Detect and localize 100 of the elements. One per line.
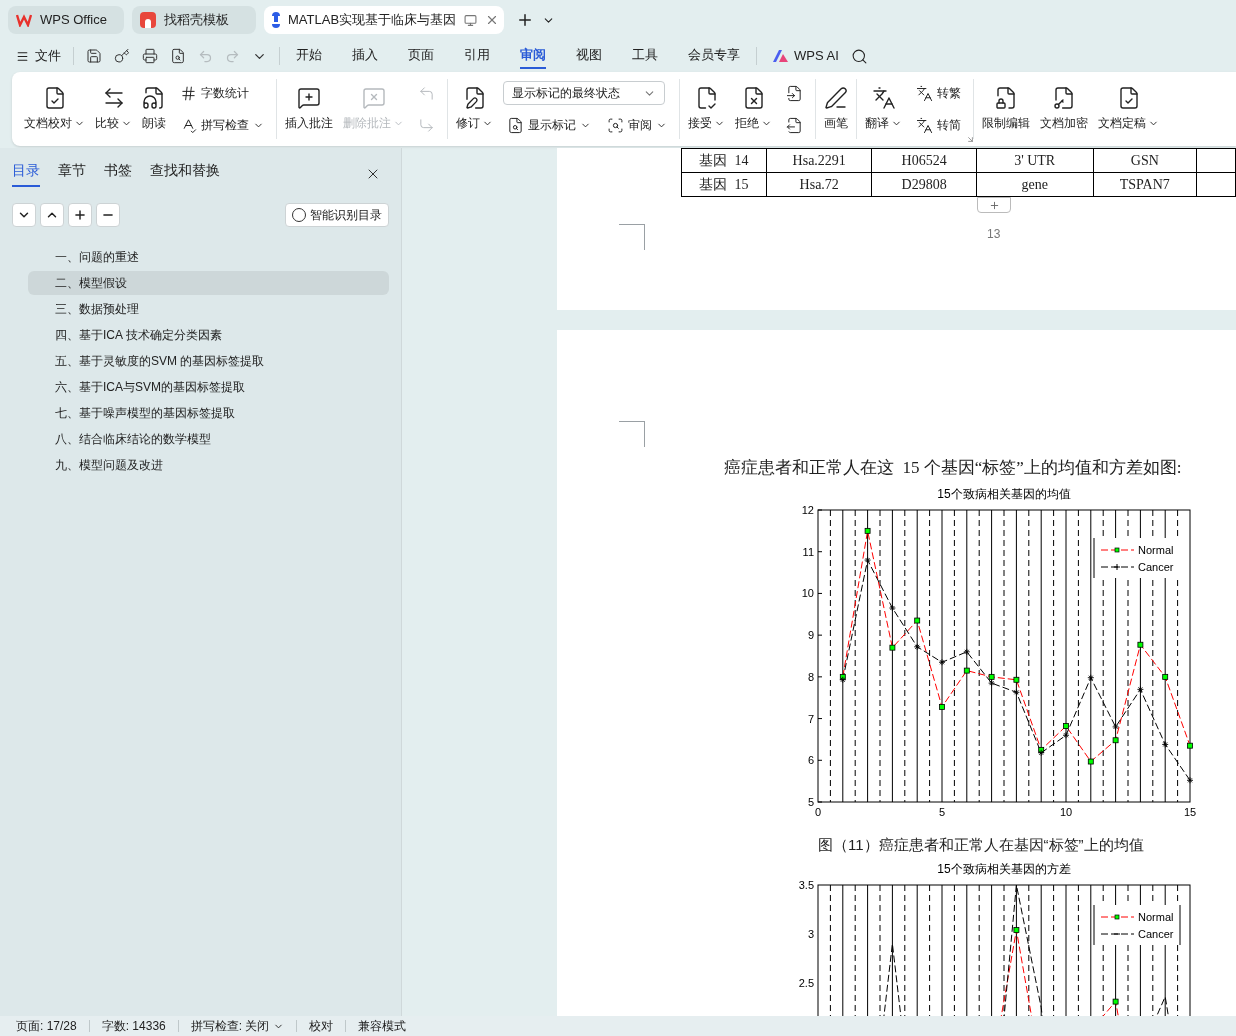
smart-toc-button[interactable]: 智能识别目录	[285, 203, 389, 227]
status-item[interactable]: 校对	[309, 1017, 334, 1035]
ribbon-button[interactable]: 文档加密	[1036, 82, 1092, 136]
ribbon-button[interactable]: 翻译	[861, 82, 906, 136]
ribbon-tab[interactable]: 工具	[632, 43, 658, 69]
ribbon-small-button[interactable]: 转简	[912, 113, 965, 137]
pane-tab[interactable]: 章节	[58, 160, 86, 187]
ribbon-tab[interactable]: 开始	[296, 43, 322, 69]
monitor-icon	[464, 13, 478, 27]
pane-tab[interactable]: 查找和替换	[150, 160, 220, 187]
x-tick-label: 5	[938, 805, 946, 818]
ribbon-tab[interactable]: 引用	[464, 43, 490, 69]
outline-tool-button[interactable]	[68, 203, 92, 227]
status-item[interactable]: 页面: 17/28	[16, 1017, 77, 1035]
window-tab[interactable]: 找稻壳模板	[132, 6, 256, 34]
comment-delete-icon	[361, 86, 386, 110]
add-row-button[interactable]	[977, 197, 1011, 213]
legend-line-sample	[1100, 914, 1135, 920]
legend-label: Cancer	[1138, 560, 1174, 573]
ribbon-tab[interactable]: 视图	[576, 43, 602, 69]
menu-icon	[16, 49, 29, 63]
ribbon-button[interactable]: 朗读	[138, 82, 170, 136]
ribbon-small-button[interactable]: 显示标记	[503, 113, 595, 137]
ribbon-tab[interactable]: 页面	[408, 43, 434, 69]
next-change-icon	[786, 116, 803, 134]
ribbon-tab[interactable]: 插入	[352, 43, 378, 69]
ribbon-button[interactable]: 画笔	[820, 82, 852, 136]
ribbon-small-button[interactable]: 拼写检查	[176, 113, 268, 137]
save-icon[interactable]	[86, 48, 102, 64]
outline-tool-button[interactable]	[40, 203, 64, 227]
ai-logo-icon	[773, 50, 788, 62]
legend-label: Cancer	[1138, 928, 1174, 940]
x-tick-label: 0	[814, 805, 822, 818]
ribbon-button[interactable]: 拒绝	[731, 82, 776, 136]
pane-tab[interactable]: 目录	[12, 160, 40, 187]
document-lock-icon	[994, 86, 1018, 110]
ribbon-button[interactable]: 文档校对	[20, 82, 89, 136]
legend-border	[1093, 904, 1095, 946]
outline-item[interactable]: 九、模型问题及改进	[28, 453, 389, 477]
x-tick-label: 15	[1183, 805, 1197, 818]
y-tick-label: 10	[801, 586, 814, 599]
window-tab[interactable]: MATLAB实现基于临床与基因	[264, 6, 504, 34]
ribbon-button[interactable]: 修订	[452, 82, 497, 136]
margin-corner-mark	[619, 224, 645, 250]
outline-item[interactable]: 二、模型假设	[28, 271, 389, 295]
y-tick-label: 11	[802, 545, 814, 558]
search-icon[interactable]	[850, 47, 868, 65]
chart-title: 15个致病相关基因的均值	[937, 485, 1071, 503]
ribbon-small-button[interactable]: 转繁	[912, 81, 965, 105]
status-item[interactable]: 字数: 14336	[101, 1017, 166, 1035]
status-item[interactable]: 拼写检查: 关闭	[190, 1017, 285, 1035]
key-icon[interactable]	[114, 48, 130, 64]
ribbon-button[interactable]: 插入批注	[281, 82, 337, 136]
file-menu[interactable]: 文件	[16, 46, 61, 66]
table-cell: D29808	[871, 172, 977, 197]
table-cell: H06524	[871, 148, 977, 173]
plus-icon	[73, 208, 87, 222]
dialog-launcher-icon[interactable]	[966, 135, 975, 144]
figure-caption: 图（11）癌症患者和正常人在基因“标签”上的均值	[818, 834, 1145, 855]
outline-tool-button[interactable]	[96, 203, 120, 227]
ribbon-tab[interactable]: 会员专享	[688, 43, 740, 69]
ribbon-small-button[interactable]: 字数统计	[176, 81, 253, 105]
ribbon-button[interactable]: 文档定稿	[1094, 82, 1163, 136]
window-tab[interactable]: WPS Office	[8, 6, 124, 34]
print-icon[interactable]	[142, 48, 158, 64]
pane-tab[interactable]: 书签	[104, 160, 132, 187]
page-number: 13	[987, 226, 1001, 243]
legend-line-sample	[1100, 933, 1135, 935]
x-tick-label: 10	[1059, 805, 1073, 818]
outline-item[interactable]: 一、问题的重述	[28, 245, 389, 269]
outline-item[interactable]: 七、基于噪声模型的基因标签提取	[28, 401, 389, 425]
outline-item[interactable]: 五、基于灵敏度的SVM 的基因标签提取	[28, 349, 389, 373]
print-preview-icon[interactable]	[170, 48, 186, 64]
ai-button[interactable]: WPS AI	[773, 46, 839, 66]
outline-item[interactable]: 六、基于ICA与SVM的基因标签提取	[28, 375, 389, 399]
ribbon-button[interactable]: 限制编辑	[978, 82, 1034, 136]
translate-icon	[871, 86, 896, 110]
outline-item[interactable]: 八、结合临床结论的数学模型	[28, 427, 389, 451]
markup-dropdown[interactable]: 显示标记的最终状态	[503, 81, 665, 105]
review-pane-icon	[607, 116, 624, 134]
table-cell: 3' UTR	[976, 148, 1094, 173]
previous-comment-icon	[418, 84, 435, 102]
document-markup-icon	[507, 116, 524, 134]
ribbon-tab[interactable]: 审阅	[520, 43, 546, 69]
pen-icon	[824, 86, 848, 110]
outline-tool-button[interactable]	[12, 203, 36, 227]
y-tick-label: 9	[807, 628, 814, 641]
table-cell	[1196, 172, 1236, 197]
wps-logo-icon	[16, 13, 32, 27]
outline-item[interactable]: 四、基于ICA 技术确定分类因素	[28, 323, 389, 347]
margin-corner-mark	[619, 421, 645, 447]
outline-item[interactable]: 三、数据预处理	[28, 297, 389, 321]
ribbon-button[interactable]: 接受	[684, 82, 729, 136]
new-tab-icon[interactable]	[516, 11, 534, 29]
traditional-chinese-icon	[916, 84, 933, 102]
ribbon-small-button[interactable]: 审阅	[603, 113, 671, 137]
ribbon-button[interactable]: 比较	[91, 82, 136, 136]
legend-line-sample	[1100, 563, 1135, 570]
status-item[interactable]: 兼容模式	[358, 1017, 407, 1035]
y-tick-label: 7	[807, 712, 814, 725]
